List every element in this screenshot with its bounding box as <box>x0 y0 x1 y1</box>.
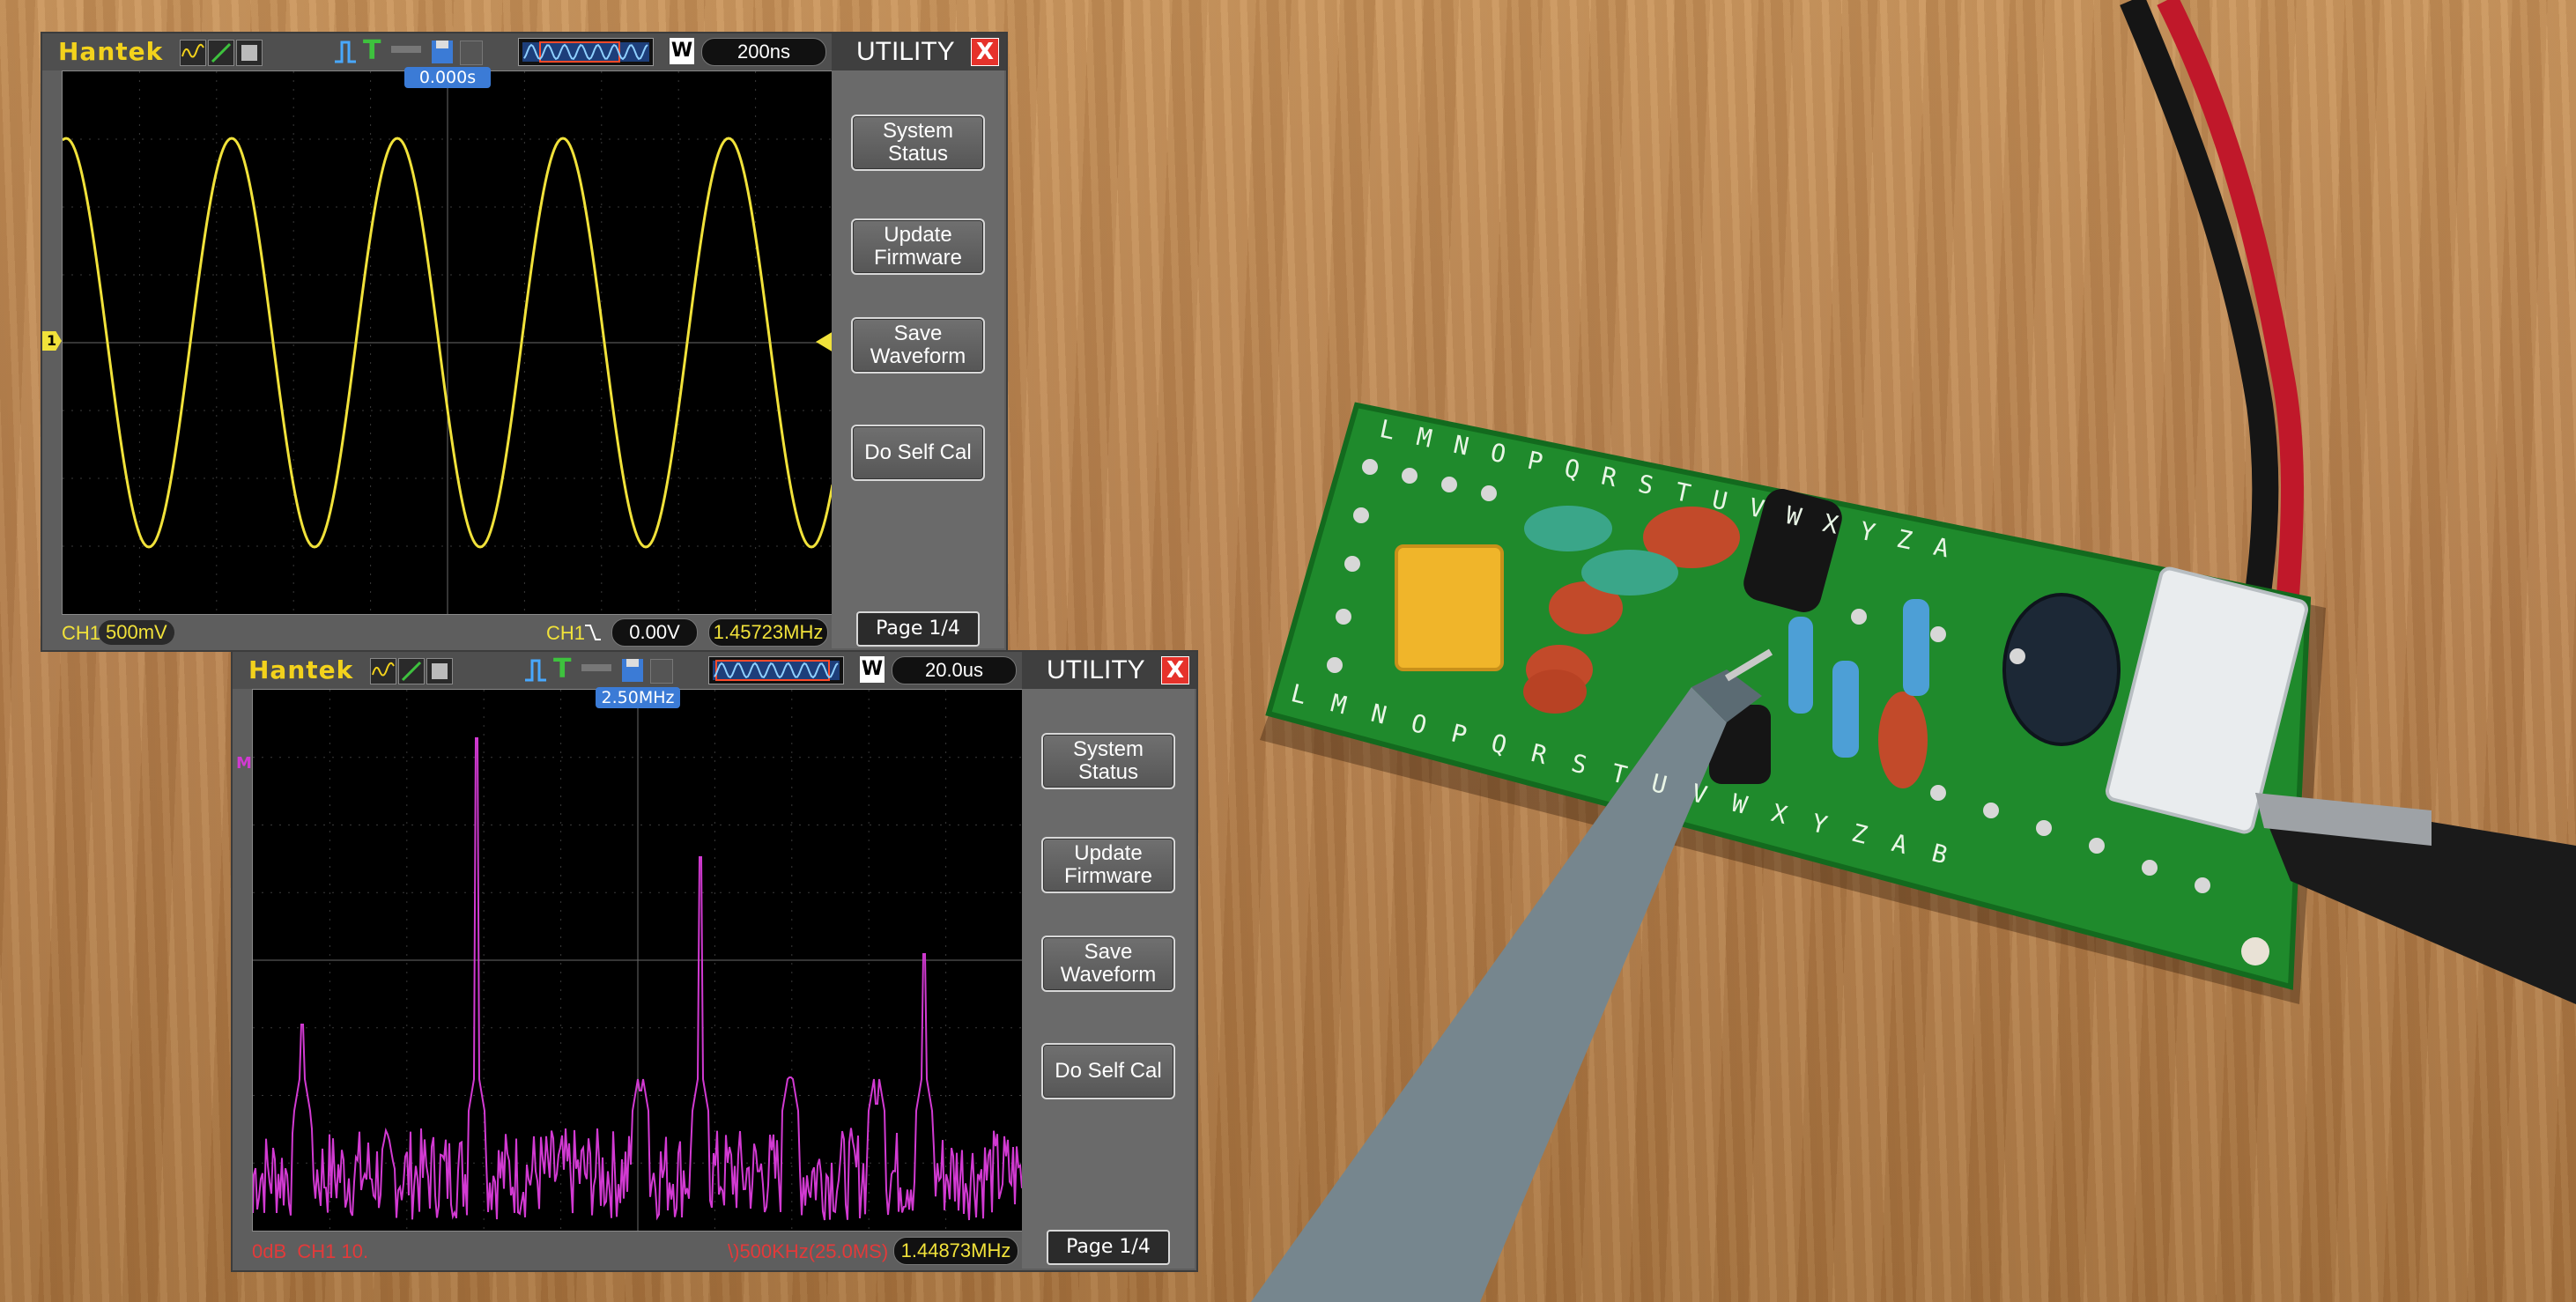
close-button[interactable]: X <box>1161 656 1189 684</box>
trigger-t-icon[interactable]: T <box>363 35 381 66</box>
channel-number: 1 <box>47 332 57 349</box>
ch1-label: CH1 <box>62 622 101 644</box>
ch1-ground-marker[interactable]: 1 <box>42 331 62 351</box>
ch1-scale[interactable]: 500mV <box>99 620 174 645</box>
display-icon[interactable] <box>236 40 263 66</box>
fft-scale-label: 0dB CH1 10. <box>252 1240 369 1262</box>
status-bar: CH1 500mV CH1 0.00V 1.45723MHz <box>62 615 832 650</box>
window-mode-icon[interactable]: W <box>670 38 694 64</box>
page-button[interactable]: Page 1/4 <box>1047 1230 1170 1265</box>
math-marker[interactable]: M <box>236 754 252 773</box>
memory-bar <box>518 38 654 66</box>
probe-icon[interactable] <box>391 46 421 53</box>
frequency-readout: 1.44873MHz <box>893 1237 1018 1265</box>
scope-window-bottom: Hantek T W 20.0us UTILITY X 2.50MHz M 0d… <box>231 650 1198 1272</box>
print-icon[interactable] <box>460 41 483 65</box>
update-firmware-button[interactable]: Update Firmware <box>1041 837 1175 893</box>
scope-toolbar: Hantek T W 200ns <box>42 33 832 70</box>
self-cal-button[interactable]: Do Self Cal <box>1041 1043 1175 1099</box>
utility-menu: System Status Update Firmware Save Wavef… <box>832 70 1004 648</box>
fft-screen <box>252 689 1024 1232</box>
brand-logo: Hantek <box>248 655 354 684</box>
update-firmware-button[interactable]: Update Firmware <box>851 218 985 275</box>
save-disk-icon[interactable] <box>620 657 645 687</box>
save-waveform-button[interactable]: Save Waveform <box>1041 936 1175 992</box>
save-disk-icon[interactable] <box>430 39 455 69</box>
system-status-button[interactable]: System Status <box>851 115 985 171</box>
close-button[interactable]: X <box>971 38 999 66</box>
save-waveform-button[interactable]: Save Waveform <box>851 317 985 374</box>
wave-icon[interactable] <box>180 40 206 66</box>
jumper-block <box>1395 544 1504 671</box>
fft-trace <box>253 737 1023 1221</box>
scope-window-top: Hantek T W 200ns UTILITY X 0.000s 1 CH1 … <box>41 32 1008 652</box>
falling-edge-icon <box>583 620 601 650</box>
timebase-display[interactable]: 200ns <box>701 38 826 66</box>
fft-span-label: \)500KHz(25.0MS) <box>728 1240 889 1262</box>
memory-bar <box>708 656 844 684</box>
system-status-button[interactable]: System Status <box>1041 733 1175 789</box>
page-button[interactable]: Page 1/4 <box>856 611 980 647</box>
line-icon[interactable] <box>398 658 425 684</box>
brand-logo: Hantek <box>58 37 164 66</box>
trigger-source: CH1 <box>546 622 586 644</box>
window-mode-icon[interactable]: W <box>860 656 885 683</box>
trigger-position-badge[interactable]: 0.000s <box>404 67 491 88</box>
electrolytic-capacitor <box>2002 593 2121 746</box>
trigger-level[interactable]: 0.00V <box>611 618 698 647</box>
wave-icon[interactable] <box>370 658 396 684</box>
waveform-trace <box>63 137 833 549</box>
display-icon[interactable] <box>426 658 453 684</box>
trigger-edge-icon[interactable] <box>333 39 358 69</box>
trigger-t-icon[interactable]: T <box>553 654 571 684</box>
status-bar: 0dB CH1 10. \)500KHz(25.0MS) 1.44873MHz <box>252 1233 1022 1269</box>
scope-toolbar: Hantek T W 20.0us <box>233 652 1022 689</box>
waveform-screen <box>62 70 833 615</box>
self-cal-button[interactable]: Do Self Cal <box>851 425 985 481</box>
utility-menu: System Status Update Firmware Save Wavef… <box>1022 689 1195 1269</box>
probe-icon[interactable] <box>581 664 611 671</box>
center-frequency-label: 2.50MHz <box>601 688 675 707</box>
print-icon[interactable] <box>650 659 673 684</box>
center-frequency-badge[interactable]: 2.50MHz <box>596 687 680 708</box>
trigger-time-label: 0.000s <box>418 68 477 87</box>
frequency-readout: 1.45723MHz <box>708 618 828 647</box>
timebase-display[interactable]: 20.0us <box>892 656 1017 684</box>
trigger-edge-icon[interactable] <box>523 657 548 687</box>
line-icon[interactable] <box>208 40 234 66</box>
